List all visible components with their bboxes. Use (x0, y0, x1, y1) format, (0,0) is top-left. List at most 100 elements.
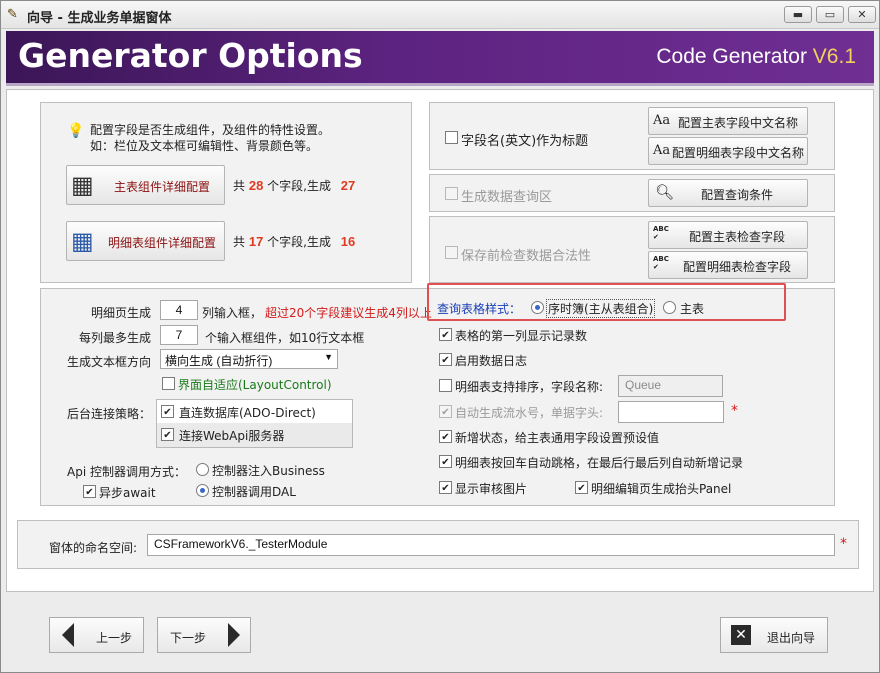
detail-fields-count: 17 (248, 234, 264, 249)
field-title-group: 字段名(英文)作为标题 Aa 配置主表字段中文名称 Aa 配置明细表字段中文名称 (429, 102, 835, 170)
direction-select[interactable]: 横向生成 (自动折行) ▼ (160, 349, 338, 369)
master-count: 共 28 个字段,生成 27 (233, 177, 355, 194)
detail-count-prefix: 共 (233, 235, 246, 249)
detail-generated-count: 16 (340, 234, 356, 249)
detail-page-label: 明细页生成 (91, 306, 152, 320)
spellcheck-icon: ABC ✔ (653, 225, 669, 241)
enter-jump-label: 明细表按回车自动跳格，在最后行最后列自动新增记录 (455, 456, 744, 470)
query-style-master-detail-radio[interactable] (531, 301, 544, 314)
serial-required-mark: * (731, 403, 738, 419)
query-style-master-radio[interactable] (663, 301, 676, 314)
api-business-label: 控制器注入Business (212, 464, 325, 478)
grid-wrench-icon: ▦ (71, 227, 94, 255)
query-style-master-detail-label: 序时簿(主从表组合) (546, 299, 656, 318)
next-step-label: 下一步 (170, 631, 207, 645)
search-icon: 🔍︎ (655, 183, 675, 201)
query-area-checkbox[interactable] (445, 187, 458, 200)
options-panel: 💡 配置字段是否生成组件，及组件的特性设置。 如：栏位及文本框可编辑性、背景颜色… (6, 89, 874, 592)
field-title-checkbox[interactable] (445, 131, 458, 144)
data-log-label: 启用数据日志 (455, 354, 528, 368)
exit-wizard-button[interactable]: ✕ 退出向导 (720, 617, 828, 653)
generation-options-group: 明细页生成 4 列输入框， 超过20个字段建议生成4列以上 每列最多生成 7 个… (40, 283, 835, 506)
detail-count: 共 17 个字段,生成 16 (233, 233, 355, 250)
detail-count-middle: 个字段,生成 (267, 235, 331, 249)
validate-label: 保存前检查数据合法性 (461, 249, 592, 264)
config-detail-check-label: 配置明细表检查字段 (683, 260, 792, 274)
api-mode-label: Api 控制器调用方式： (67, 465, 186, 479)
window-title: 向导 - 生成业务单据窗体 (27, 11, 172, 26)
dropdown-arrow-icon: ▼ (324, 352, 333, 362)
backend-webapi-checkbox[interactable] (161, 428, 174, 441)
config-master-check-button[interactable]: ABC ✔ 配置主表检查字段 (648, 221, 808, 249)
enter-jump-checkbox[interactable] (439, 455, 452, 468)
sort-field-input[interactable]: Queue (618, 375, 723, 397)
new-state-checkbox[interactable] (439, 430, 452, 443)
query-style-label: 查询表格样式： (437, 302, 522, 316)
audit-image-checkbox[interactable] (439, 481, 452, 494)
api-dal-label: 控制器调用DAL (212, 485, 296, 499)
master-config-button[interactable]: ▦ 主表组件详细配置 (66, 165, 225, 205)
close-button[interactable]: ✕ (848, 6, 876, 23)
backend-option-ado[interactable]: 直连数据库(ADO-Direct) (157, 400, 352, 423)
namespace-group: 窗体的命名空间: CSFrameworkV6._TesterModule * (17, 520, 859, 569)
title-bar: ✎ 向导 - 生成业务单据窗体 ▬ ▭ ✕ (1, 1, 879, 29)
maximize-button[interactable]: ▭ (816, 6, 844, 23)
query-area-label: 生成数据查询区 (461, 190, 553, 205)
next-step-button[interactable]: 下一步 (157, 617, 251, 653)
master-count-prefix: 共 (233, 179, 246, 193)
per-column-label: 每列最多生成 (79, 331, 152, 345)
header-panel-checkbox[interactable] (575, 481, 588, 494)
prev-step-button[interactable]: 上一步 (49, 617, 144, 653)
config-query-button[interactable]: 🔍︎ 配置查询条件 (648, 179, 808, 207)
spellcheck-icon: ABC ✔ (653, 255, 669, 271)
detail-columns-input[interactable]: 4 (160, 300, 198, 320)
detail-page-warning: 超过20个字段建议生成4列以上 (265, 306, 432, 320)
lightbulb-icon: 💡 (67, 123, 85, 139)
config-detail-check-button[interactable]: ABC ✔ 配置明细表检查字段 (648, 251, 808, 279)
backend-option-webapi[interactable]: 连接WebApi服务器 (157, 423, 352, 447)
backend-ado-checkbox[interactable] (161, 405, 174, 418)
detail-sort-label: 明细表支持排序，字段名称: (455, 380, 604, 394)
api-business-radio[interactable] (196, 463, 209, 476)
master-generated-count: 27 (340, 178, 356, 193)
async-label: 异步await (99, 486, 156, 500)
font-aa-icon: Aa (653, 143, 671, 158)
namespace-label: 窗体的命名空间: (49, 541, 138, 555)
backend-list: 直连数据库(ADO-Direct) 连接WebApi服务器 (156, 399, 353, 448)
serial-prefix-input[interactable] (618, 401, 724, 423)
config-master-cn-button[interactable]: Aa 配置主表字段中文名称 (648, 107, 808, 135)
backend-label: 后台连接策略： (67, 407, 152, 421)
query-area-group: 生成数据查询区 🔍︎ 配置查询条件 (429, 174, 835, 212)
first-column-count-label: 表格的第一列显示记录数 (455, 329, 588, 343)
banner-product: Code Generator V6.1 (656, 45, 856, 69)
font-aa-icon: Aa (653, 113, 671, 128)
grid-gear-icon: ▦ (71, 171, 94, 199)
header-panel-label: 明细编辑页生成抬头Panel (591, 482, 732, 496)
detail-config-button[interactable]: ▦ 明细表组件详细配置 (66, 221, 225, 261)
wizard-window: ✎ 向导 - 生成业务单据窗体 ▬ ▭ ✕ Generator Options … (0, 0, 880, 673)
backend-ado-label: 直连数据库(ADO-Direct) (179, 406, 316, 420)
detail-config-label: 明细表组件详细配置 (108, 236, 217, 250)
namespace-required-mark: * (840, 536, 847, 552)
detail-sort-checkbox[interactable] (439, 379, 452, 392)
first-column-count-checkbox[interactable] (439, 328, 452, 341)
minimize-button[interactable]: ▬ (784, 6, 812, 23)
async-checkbox[interactable] (83, 485, 96, 498)
validate-checkbox[interactable] (445, 246, 458, 259)
exit-wizard-label: 退出向导 (767, 631, 816, 645)
adaptive-checkbox[interactable] (162, 377, 175, 390)
per-column-input[interactable]: 7 (160, 325, 198, 345)
direction-value: 横向生成 (自动折行) (165, 354, 273, 368)
abc-icon-text: ABC (653, 225, 669, 233)
config-detail-cn-button[interactable]: Aa 配置明细表字段中文名称 (648, 137, 808, 165)
api-dal-radio[interactable] (196, 484, 209, 497)
header-banner: Generator Options Code Generator V6.1 (6, 31, 874, 86)
adaptive-label: 界面自适应(LayoutControl) (178, 378, 332, 392)
serial-number-checkbox[interactable] (439, 405, 452, 418)
info-line1: 配置字段是否生成组件，及组件的特性设置。 (90, 123, 331, 137)
audit-image-label: 显示审核图片 (455, 482, 528, 496)
data-log-checkbox[interactable] (439, 353, 452, 366)
product-name: Code Generator (656, 45, 813, 68)
namespace-input[interactable]: CSFrameworkV6._TesterModule (147, 534, 835, 556)
config-master-check-label: 配置主表检查字段 (689, 230, 786, 244)
